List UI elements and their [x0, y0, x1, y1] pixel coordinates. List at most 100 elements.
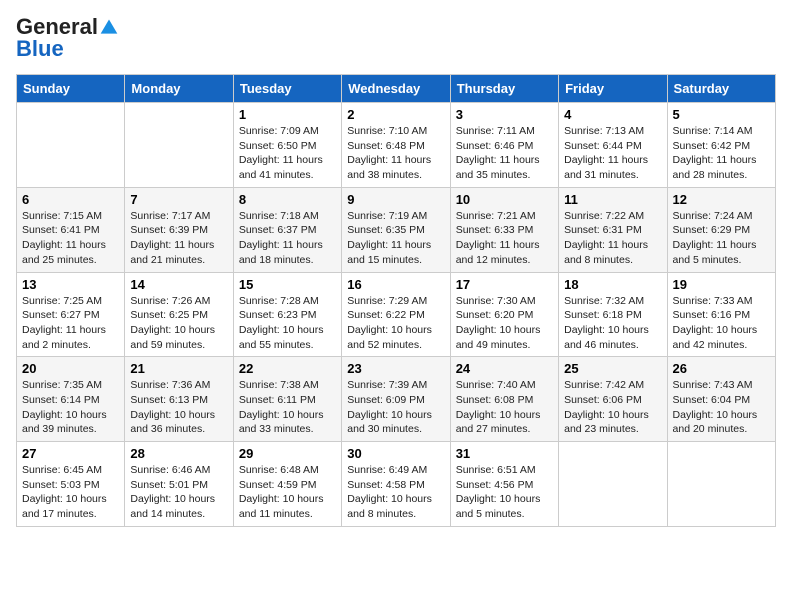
week-row-5: 27 Sunrise: 6:45 AM Sunset: 5:03 PM Dayli…: [17, 442, 776, 527]
day-info: Sunrise: 6:45 AM Sunset: 5:03 PM Dayligh…: [22, 463, 119, 522]
week-row-2: 6 Sunrise: 7:15 AM Sunset: 6:41 PM Daylig…: [17, 187, 776, 272]
day-number: 2: [347, 107, 444, 122]
day-info: Sunrise: 7:40 AM Sunset: 6:08 PM Dayligh…: [456, 378, 553, 437]
calendar-cell: 24 Sunrise: 7:40 AM Sunset: 6:08 PM Dayli…: [450, 357, 558, 442]
day-info: Sunrise: 7:11 AM Sunset: 6:46 PM Dayligh…: [456, 124, 553, 183]
day-info: Sunrise: 6:46 AM Sunset: 5:01 PM Dayligh…: [130, 463, 227, 522]
calendar-cell: 8Sunrise: 7:18 AM Sunset: 6:37 PM Daylig…: [233, 187, 341, 272]
day-info: Sunrise: 7:25 AM Sunset: 6:27 PM Dayligh…: [22, 294, 119, 353]
day-number: 28: [130, 446, 227, 461]
week-row-1: 1 Sunrise: 7:09 AM Sunset: 6:50 PM Daylig…: [17, 103, 776, 188]
day-header-thursday: Thursday: [450, 75, 558, 103]
day-number: 21: [130, 361, 227, 376]
day-info: Sunrise: 7:43 AM Sunset: 6:04 PM Dayligh…: [673, 378, 770, 437]
day-number: 23: [347, 361, 444, 376]
calendar-cell: 27 Sunrise: 6:45 AM Sunset: 5:03 PM Dayli…: [17, 442, 125, 527]
logo-blue-text: Blue: [16, 36, 64, 62]
day-number: 1: [239, 107, 336, 122]
day-info: Sunrise: 7:13 AM Sunset: 6:44 PM Dayligh…: [564, 124, 661, 183]
day-number: 29: [239, 446, 336, 461]
day-number: 24: [456, 361, 553, 376]
calendar-cell: 16 Sunrise: 7:29 AM Sunset: 6:22 PM Dayli…: [342, 272, 450, 357]
calendar-cell: 22 Sunrise: 7:38 AM Sunset: 6:11 PM Dayli…: [233, 357, 341, 442]
calendar-cell: 30 Sunrise: 6:49 AM Sunset: 4:58 PM Dayli…: [342, 442, 450, 527]
day-info: Sunrise: 7:32 AM Sunset: 6:18 PM Dayligh…: [564, 294, 661, 353]
calendar-cell: 26 Sunrise: 7:43 AM Sunset: 6:04 PM Dayli…: [667, 357, 775, 442]
day-info: Sunrise: 7:21 AM Sunset: 6:33 PM Dayligh…: [456, 209, 553, 268]
day-info: Sunrise: 7:38 AM Sunset: 6:11 PM Dayligh…: [239, 378, 336, 437]
day-info: Sunrise: 7:19 AM Sunset: 6:35 PM Dayligh…: [347, 209, 444, 268]
calendar-cell: 6 Sunrise: 7:15 AM Sunset: 6:41 PM Daylig…: [17, 187, 125, 272]
calendar-cell: 9 Sunrise: 7:19 AM Sunset: 6:35 PM Daylig…: [342, 187, 450, 272]
day-number: 8: [239, 192, 336, 207]
day-header-wednesday: Wednesday: [342, 75, 450, 103]
day-info: Sunrise: 7:35 AM Sunset: 6:14 PM Dayligh…: [22, 378, 119, 437]
day-number: 19: [673, 277, 770, 292]
day-info: Sunrise: 6:51 AM Sunset: 4:56 PM Dayligh…: [456, 463, 553, 522]
day-info: Sunrise: 7:33 AM Sunset: 6:16 PM Dayligh…: [673, 294, 770, 353]
day-header-tuesday: Tuesday: [233, 75, 341, 103]
day-number: 20: [22, 361, 119, 376]
day-number: 6: [22, 192, 119, 207]
day-info: Sunrise: 7:30 AM Sunset: 6:20 PM Dayligh…: [456, 294, 553, 353]
calendar-cell: 7 Sunrise: 7:17 AM Sunset: 6:39 PM Daylig…: [125, 187, 233, 272]
day-info: Sunrise: 7:14 AM Sunset: 6:42 PM Dayligh…: [673, 124, 770, 183]
day-info: Sunrise: 7:17 AM Sunset: 6:39 PM Dayligh…: [130, 209, 227, 268]
day-number: 14: [130, 277, 227, 292]
calendar-cell: 3 Sunrise: 7:11 AM Sunset: 6:46 PM Daylig…: [450, 103, 558, 188]
day-info: Sunrise: 6:48 AM Sunset: 4:59 PM Dayligh…: [239, 463, 336, 522]
day-header-monday: Monday: [125, 75, 233, 103]
day-number: 4: [564, 107, 661, 122]
calendar-cell: 11Sunrise: 7:22 AM Sunset: 6:31 PM Dayli…: [559, 187, 667, 272]
day-number: 10: [456, 192, 553, 207]
day-info: Sunrise: 7:42 AM Sunset: 6:06 PM Dayligh…: [564, 378, 661, 437]
calendar-cell: 2 Sunrise: 7:10 AM Sunset: 6:48 PM Daylig…: [342, 103, 450, 188]
week-row-3: 13Sunrise: 7:25 AM Sunset: 6:27 PM Dayli…: [17, 272, 776, 357]
calendar-cell: 25 Sunrise: 7:42 AM Sunset: 6:06 PM Dayli…: [559, 357, 667, 442]
day-info: Sunrise: 7:36 AM Sunset: 6:13 PM Dayligh…: [130, 378, 227, 437]
day-number: 30: [347, 446, 444, 461]
day-info: Sunrise: 7:15 AM Sunset: 6:41 PM Dayligh…: [22, 209, 119, 268]
day-info: Sunrise: 7:22 AM Sunset: 6:31 PM Dayligh…: [564, 209, 661, 268]
day-number: 15: [239, 277, 336, 292]
calendar-cell: 17 Sunrise: 7:30 AM Sunset: 6:20 PM Dayli…: [450, 272, 558, 357]
day-header-friday: Friday: [559, 75, 667, 103]
day-number: 3: [456, 107, 553, 122]
day-number: 16: [347, 277, 444, 292]
day-info: Sunrise: 7:29 AM Sunset: 6:22 PM Dayligh…: [347, 294, 444, 353]
day-info: Sunrise: 7:26 AM Sunset: 6:25 PM Dayligh…: [130, 294, 227, 353]
day-number: 25: [564, 361, 661, 376]
page-header: General Blue: [16, 16, 776, 62]
day-header-saturday: Saturday: [667, 75, 775, 103]
day-number: 5: [673, 107, 770, 122]
day-number: 31: [456, 446, 553, 461]
calendar-cell: 28 Sunrise: 6:46 AM Sunset: 5:01 PM Dayli…: [125, 442, 233, 527]
calendar-cell: [17, 103, 125, 188]
day-number: 7: [130, 192, 227, 207]
day-info: Sunrise: 7:09 AM Sunset: 6:50 PM Dayligh…: [239, 124, 336, 183]
calendar-cell: 15 Sunrise: 7:28 AM Sunset: 6:23 PM Dayli…: [233, 272, 341, 357]
calendar-cell: [125, 103, 233, 188]
day-number: 9: [347, 192, 444, 207]
calendar-cell: 31 Sunrise: 6:51 AM Sunset: 4:56 PM Dayli…: [450, 442, 558, 527]
calendar-cell: 18 Sunrise: 7:32 AM Sunset: 6:18 PM Dayli…: [559, 272, 667, 357]
logo-triangle-icon: [99, 17, 119, 37]
day-info: Sunrise: 7:10 AM Sunset: 6:48 PM Dayligh…: [347, 124, 444, 183]
day-number: 12: [673, 192, 770, 207]
day-number: 18: [564, 277, 661, 292]
calendar-cell: 14 Sunrise: 7:26 AM Sunset: 6:25 PM Dayli…: [125, 272, 233, 357]
calendar-table: SundayMondayTuesdayWednesdayThursdayFrid…: [16, 74, 776, 527]
day-number: 27: [22, 446, 119, 461]
day-info: Sunrise: 7:28 AM Sunset: 6:23 PM Dayligh…: [239, 294, 336, 353]
logo-general-text: General: [16, 16, 98, 38]
day-info: Sunrise: 6:49 AM Sunset: 4:58 PM Dayligh…: [347, 463, 444, 522]
calendar-cell: 1 Sunrise: 7:09 AM Sunset: 6:50 PM Daylig…: [233, 103, 341, 188]
day-number: 26: [673, 361, 770, 376]
calendar-cell: [559, 442, 667, 527]
calendar-cell: 5 Sunrise: 7:14 AM Sunset: 6:42 PM Daylig…: [667, 103, 775, 188]
calendar-cell: 29 Sunrise: 6:48 AM Sunset: 4:59 PM Dayli…: [233, 442, 341, 527]
calendar-cell: 13Sunrise: 7:25 AM Sunset: 6:27 PM Dayli…: [17, 272, 125, 357]
day-number: 17: [456, 277, 553, 292]
logo: General Blue: [16, 16, 119, 62]
day-number: 22: [239, 361, 336, 376]
